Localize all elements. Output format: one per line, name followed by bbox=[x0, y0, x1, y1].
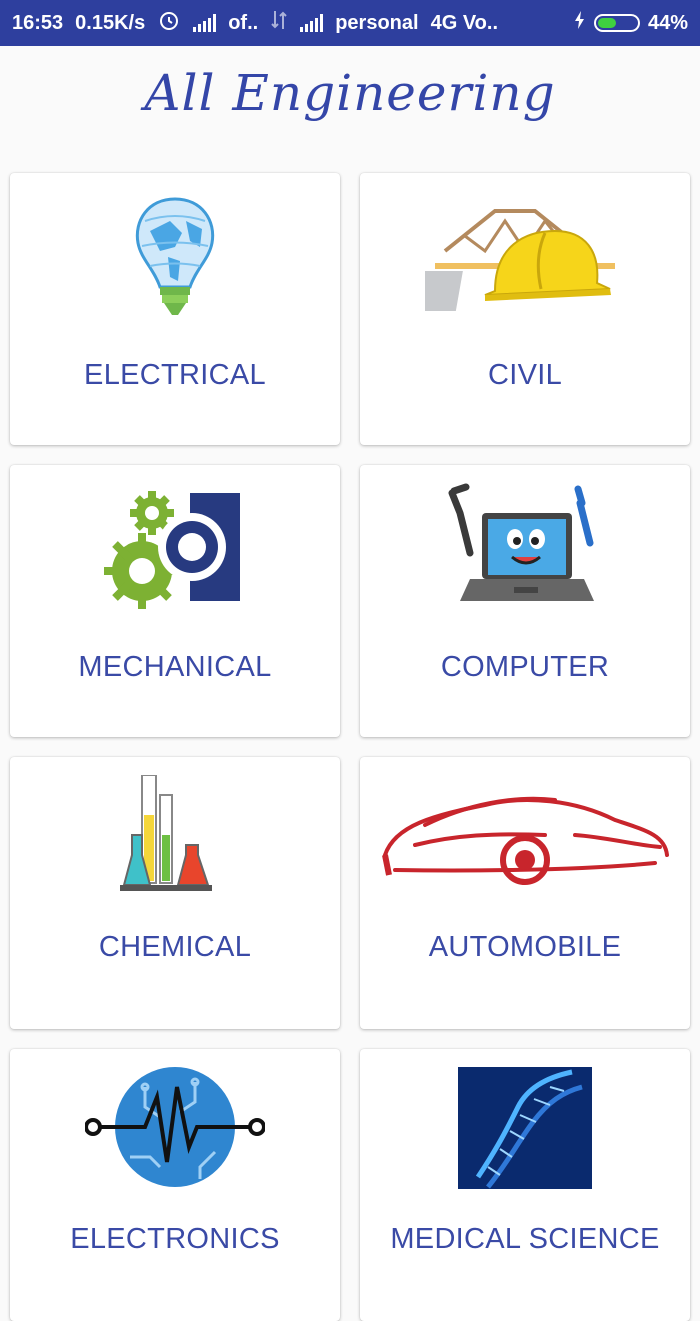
card-label: ELECTRICAL bbox=[84, 359, 266, 391]
laptop-icon bbox=[360, 483, 690, 603]
status-carrier-2: personal bbox=[335, 11, 419, 34]
flasks-icon bbox=[10, 775, 340, 895]
data-transfer-icon bbox=[270, 9, 288, 37]
card-civil[interactable]: CIVIL bbox=[360, 173, 690, 445]
charging-icon bbox=[574, 10, 586, 36]
card-mechanical[interactable]: MECHANICAL bbox=[10, 465, 340, 737]
circuit-icon bbox=[10, 1067, 340, 1187]
status-carrier-1: of.. bbox=[228, 11, 259, 34]
dna-icon bbox=[360, 1067, 690, 1189]
card-medical-science[interactable]: MEDICAL SCIENCE bbox=[360, 1049, 690, 1321]
battery-icon bbox=[593, 14, 640, 32]
lightbulb-icon bbox=[10, 191, 340, 315]
alarm-icon bbox=[157, 8, 181, 38]
card-label: AUTOMOBILE bbox=[428, 931, 622, 963]
card-label: MEDICAL SCIENCE bbox=[390, 1223, 660, 1255]
gears-icon bbox=[10, 483, 340, 609]
card-label: CHEMICAL bbox=[98, 931, 252, 963]
card-label: MECHANICAL bbox=[78, 651, 272, 683]
status-bar: 16:53 0.15K/s of.. personal 4G Vo.. 44% bbox=[0, 0, 700, 46]
status-speed: 0.15K/s bbox=[75, 11, 146, 34]
signal-icon-2 bbox=[300, 14, 324, 32]
car-icon bbox=[360, 775, 690, 895]
hardhat-icon bbox=[360, 191, 690, 311]
status-battery: 44% bbox=[647, 11, 688, 34]
page-title: All Engineering bbox=[144, 64, 556, 122]
card-computer[interactable]: COMPUTER bbox=[360, 465, 690, 737]
status-network: 4G Vo.. bbox=[430, 11, 498, 34]
card-label: CIVIL bbox=[487, 359, 563, 391]
card-electronics[interactable]: ELECTRONICS bbox=[10, 1049, 340, 1321]
card-label: ELECTRONICS bbox=[70, 1223, 280, 1255]
card-electrical[interactable]: ELECTRICAL bbox=[10, 173, 340, 445]
card-chemical[interactable]: CHEMICAL bbox=[10, 757, 340, 1029]
card-automobile[interactable]: AUTOMOBILE bbox=[360, 757, 690, 1029]
card-label: COMPUTER bbox=[440, 651, 610, 683]
status-time: 16:53 bbox=[12, 11, 64, 34]
signal-icon bbox=[193, 14, 217, 32]
